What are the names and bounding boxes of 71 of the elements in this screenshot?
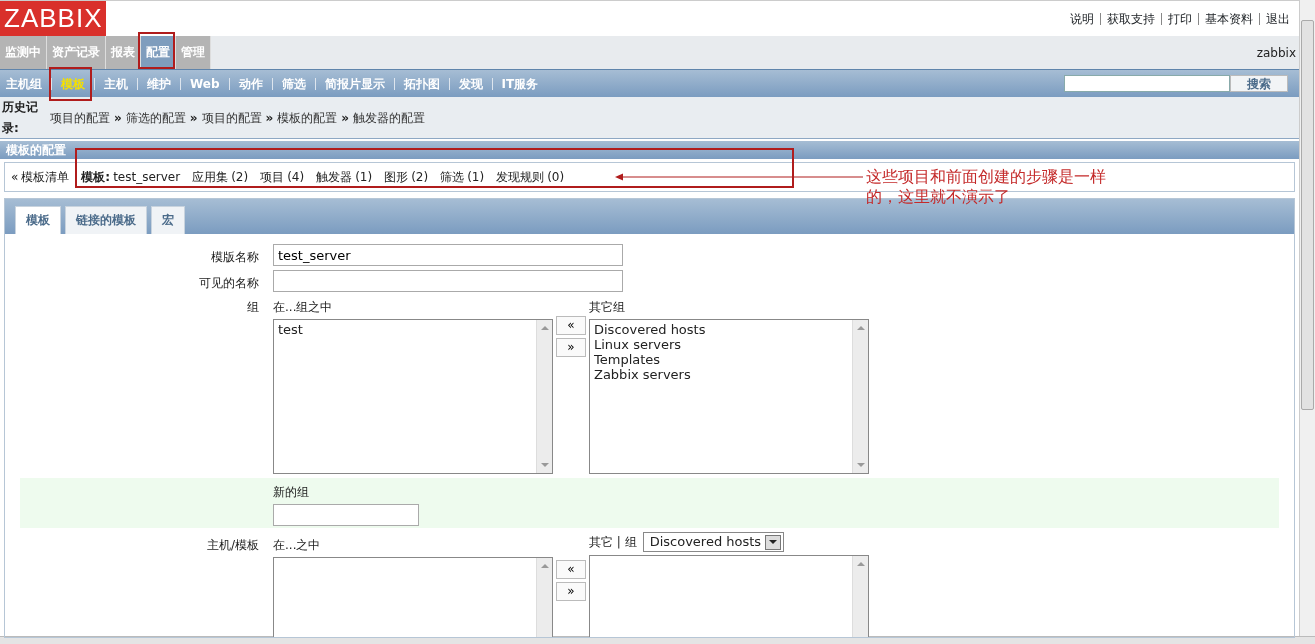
list-label: 在...组之中 — [273, 299, 334, 316]
text-field[interactable] — [273, 504, 419, 526]
dropdown-value: Discovered hosts — [649, 533, 762, 551]
section-title: 模板的配置 — [0, 141, 1299, 159]
text-field[interactable] — [273, 270, 623, 292]
breadcrumb-link[interactable]: 触发器的配置 — [353, 109, 426, 127]
scroll-thumb[interactable] — [1301, 20, 1314, 410]
field-label: 组 — [247, 300, 259, 314]
list-label: 其它 | 组 — [589, 534, 637, 551]
field-label: 新的组 — [273, 484, 310, 501]
separator: » — [341, 110, 350, 127]
template-label: 模板: — [81, 169, 111, 186]
template-name-link[interactable]: test_server — [113, 168, 181, 186]
separator: » — [114, 110, 122, 127]
list-item[interactable]: Linux servers — [594, 337, 848, 352]
tab[interactable]: 宏 — [151, 206, 185, 234]
list-item[interactable]: Templates — [594, 352, 848, 367]
list-item[interactable]: Discovered hosts — [594, 322, 848, 337]
annotation-text: 这些项目和前面创建的步骤是一样的，这里就不演示了 — [866, 167, 1108, 207]
search-field[interactable] — [1064, 75, 1230, 92]
nav-link[interactable]: 图形 — [384, 168, 409, 186]
header-link[interactable]: 基本资料 — [1198, 12, 1259, 25]
separator: » — [189, 110, 198, 127]
scrollbar[interactable] — [536, 320, 552, 473]
list-item[interactable]: Zabbix servers — [594, 367, 848, 382]
header-link[interactable]: 打印 — [1161, 12, 1198, 25]
username: zabbix — [1256, 44, 1297, 62]
count: (1) — [355, 169, 373, 186]
separator: » — [265, 110, 274, 127]
field-label: 可见的名称 — [199, 276, 259, 290]
nav-link[interactable]: 触发器 — [316, 168, 353, 186]
logo[interactable]: ZABBIX — [0, 1, 107, 36]
header-link[interactable]: 退出 — [1259, 12, 1296, 25]
tab[interactable]: 模板 — [15, 206, 61, 234]
breadcrumb-link[interactable]: 项目的配置 — [201, 109, 262, 127]
template-list-link[interactable]: 模板清单 — [21, 168, 70, 186]
list-box[interactable]: test — [273, 319, 553, 474]
highlight-frame — [138, 32, 175, 69]
count: (0) — [547, 169, 565, 186]
group-dropdown[interactable]: Discovered hosts — [642, 532, 785, 552]
history-label: 历史记录: — [1, 99, 39, 137]
breadcrumb-link[interactable]: 筛选的配置 — [125, 109, 186, 127]
text-field[interactable]: test_server — [273, 244, 623, 266]
list-label: 在...之中 — [273, 537, 322, 554]
nav-link[interactable]: 应用集 — [192, 168, 229, 186]
scrollbar[interactable] — [852, 320, 868, 473]
add-button[interactable]: « — [556, 560, 586, 579]
count: (4) — [287, 169, 305, 186]
list-box[interactable]: Discovered hosts Linux servers Templates Zabbix servers — [589, 319, 869, 474]
field-label: 模版名称 — [211, 250, 259, 264]
count: (2) — [231, 169, 249, 186]
breadcrumb-link[interactable]: 模板的配置 — [277, 109, 338, 127]
list-label: 其它组 — [589, 299, 625, 316]
search-button[interactable]: 搜索 — [1230, 75, 1288, 92]
list-item[interactable]: test — [278, 322, 532, 337]
header-link[interactable]: 获取支持 — [1100, 12, 1161, 25]
scrollbar[interactable] — [1299, 0, 1315, 636]
nav-link[interactable]: 筛选 — [440, 168, 465, 186]
count: (2) — [411, 169, 429, 186]
back-arrow: « — [11, 169, 19, 186]
count: (1) — [467, 169, 485, 186]
add-button[interactable]: « — [556, 316, 586, 335]
breadcrumb-link[interactable]: 项目的配置 — [50, 109, 110, 127]
nav-link[interactable]: 发现规则 — [496, 168, 545, 186]
highlight-frame — [49, 66, 92, 101]
tab[interactable]: 链接的模板 — [65, 206, 147, 234]
remove-button[interactable]: » — [556, 338, 586, 357]
remove-button[interactable]: » — [556, 582, 586, 601]
field-label: 主机/模板 — [206, 538, 259, 552]
header-link[interactable]: 说明 — [1064, 12, 1100, 25]
nav-link[interactable]: 项目 — [260, 168, 285, 186]
